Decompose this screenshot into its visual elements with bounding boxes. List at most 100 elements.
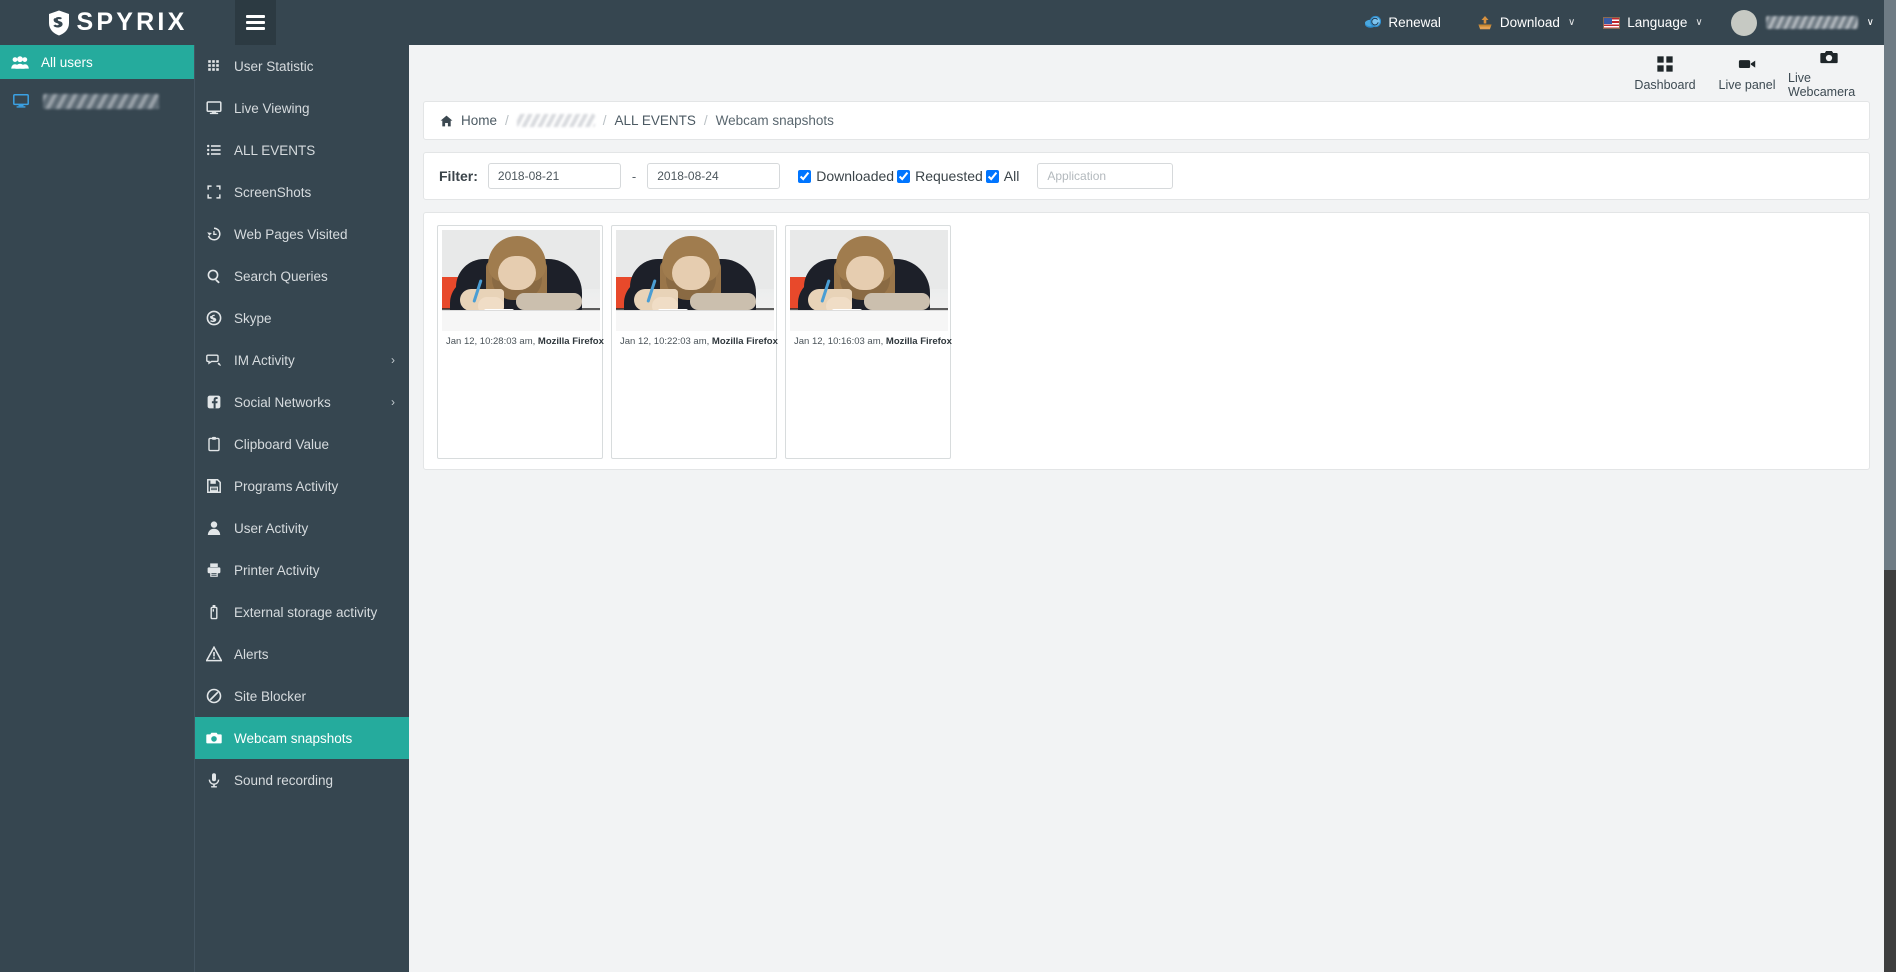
warning-icon <box>206 646 230 662</box>
sidebar-item-site-blocker[interactable]: Site Blocker <box>195 675 409 717</box>
snapshot-thumbnail[interactable]: Jan 12, 10:16:03 am, Mozilla Firefox <box>785 225 952 459</box>
list-icon <box>206 142 230 158</box>
sidebar-item-search-queries[interactable]: Search Queries <box>195 255 409 297</box>
top-bar: SPYRIX Renewal Download ∨ Language ∨ ∨ <box>0 0 1884 45</box>
checkbox-input-all[interactable] <box>985 169 999 183</box>
usb-drive-icon <box>206 604 230 620</box>
filter-checkbox-downloaded[interactable]: Downloaded <box>798 168 894 184</box>
snapshot-gallery: Jan 12, 10:28:03 am, Mozilla Firefox Jan … <box>423 212 1870 470</box>
chevron-down-icon-account: ∨ <box>1866 17 1874 28</box>
sidebar-item-label: Sound recording <box>234 772 334 788</box>
snapshot-image[interactable] <box>616 230 774 331</box>
monitor-icon <box>13 94 29 108</box>
sidebar-item-label: Site Blocker <box>234 688 307 704</box>
sidebar-item-user-statistic[interactable]: User Statistic <box>195 45 409 87</box>
snapshot-application: Mozilla Firefox <box>885 336 952 347</box>
snapshot-application: Mozilla Firefox <box>711 336 778 347</box>
monitor-icon <box>206 100 230 116</box>
snapshot-timestamp: Jan 12, 10:16:03 am, <box>794 336 886 347</box>
sidebar-item-external-storage-activity[interactable]: External storage activity <box>195 591 409 633</box>
sidebar-item-screenshots[interactable]: ScreenShots <box>195 171 409 213</box>
topnav-item-download[interactable]: Download ∨ <box>1463 0 1589 45</box>
search-icon <box>206 268 230 284</box>
chevron-right-icon: › <box>391 353 395 367</box>
block-icon <box>206 688 230 704</box>
date-range-dash: - <box>631 168 637 184</box>
sidebar-item-label: Alerts <box>234 646 269 662</box>
sidebar-item-label: Printer Activity <box>234 562 320 578</box>
filter-checkbox-requested[interactable]: Requested <box>897 168 983 184</box>
sidebar-item-im-activity[interactable]: IM Activity › <box>195 339 409 381</box>
quicknav-item-live-webcamera[interactable]: Live Webcamera <box>1788 48 1870 99</box>
brand-logo-area[interactable]: SPYRIX <box>0 0 235 45</box>
sidebar-item-webcam-snapshots[interactable]: Webcam snapshots <box>195 717 409 759</box>
sidebar-item-clipboard-value[interactable]: Clipboard Value <box>195 423 409 465</box>
sidebar-item-sound-recording[interactable]: Sound recording <box>195 759 409 801</box>
sidebar-toggle-button[interactable] <box>235 0 276 45</box>
floppy-save-icon <box>206 478 230 494</box>
sidebar-item-label: ALL EVENTS <box>234 142 316 158</box>
printer-icon <box>206 562 230 578</box>
snapshot-caption: Jan 12, 10:16:03 am, Mozilla Firefox <box>790 331 952 353</box>
photo-camera-icon <box>1820 48 1838 67</box>
filter-checkbox-all[interactable]: All <box>985 168 1020 184</box>
sidebar-item-user-activity[interactable]: User Activity <box>195 507 409 549</box>
user-list-item-name <box>43 93 159 109</box>
page-scrollbar[interactable] <box>1884 0 1896 972</box>
scrollbar-thumb[interactable] <box>1884 0 1896 570</box>
topnav-label-download: Download <box>1499 15 1560 30</box>
snapshot-application: Mozilla Firefox <box>537 336 604 347</box>
date-to-input[interactable] <box>647 163 781 189</box>
snapshot-timestamp: Jan 12, 10:28:03 am, <box>446 336 538 347</box>
quicknav-label: Live Webcamera <box>1788 70 1856 99</box>
sidebar-item-printer-activity[interactable]: Printer Activity <box>195 549 409 591</box>
snapshot-image[interactable] <box>442 230 600 331</box>
breadcrumb-current: Webcam snapshots <box>715 113 834 128</box>
sidebar-item-social-networks[interactable]: Social Networks › <box>195 381 409 423</box>
checkbox-input-requested[interactable] <box>897 169 911 183</box>
checkbox-input-downloaded[interactable] <box>798 169 812 183</box>
account-menu[interactable]: ∨ <box>1717 0 1884 45</box>
sidebar-item-web-pages-visited[interactable]: Web Pages Visited <box>195 213 409 255</box>
snapshot-thumbnail[interactable]: Jan 12, 10:22:03 am, Mozilla Firefox <box>611 225 778 459</box>
sidebar-item-live-viewing[interactable]: Live Viewing <box>195 87 409 129</box>
sidebar-item-label: ScreenShots <box>234 184 312 200</box>
snapshot-thumbnail[interactable]: Jan 12, 10:28:03 am, Mozilla Firefox <box>437 225 604 459</box>
quicknav-item-dashboard[interactable]: Dashboard <box>1624 55 1706 92</box>
microphone-icon <box>206 772 230 788</box>
renewal-coins-icon <box>1365 15 1382 28</box>
sidebar-menu: User Statistic Live Viewing ALL EVENTS Scre… <box>194 45 409 972</box>
quick-navigation: Dashboard Live panel Live Webcamera <box>409 45 1884 101</box>
breadcrumb-home[interactable]: Home <box>461 113 497 128</box>
breadcrumb-masked-item[interactable] <box>516 114 595 127</box>
chevron-down-icon-download: ∨ <box>1567 17 1576 28</box>
topnav-item-language[interactable]: Language ∨ <box>1589 0 1716 45</box>
sidebar-item-label: Clipboard Value <box>234 436 330 452</box>
topnav-label-language: Language <box>1627 15 1688 30</box>
checkbox-label: Requested <box>915 168 983 184</box>
breadcrumb: Home / / ALL EVENTS / Webcam snapshots <box>440 113 834 128</box>
snapshot-caption: Jan 12, 10:22:03 am, Mozilla Firefox <box>616 331 778 353</box>
flag-us-icon <box>1603 16 1621 29</box>
user-panel: All users <box>0 45 194 972</box>
sidebar-item-skype[interactable]: Skype <box>195 297 409 339</box>
user-list-item[interactable] <box>0 79 194 123</box>
checkbox-label: Downloaded <box>816 168 895 184</box>
sidebar-item-programs-activity[interactable]: Programs Activity <box>195 465 409 507</box>
users-icon <box>11 55 29 69</box>
checkbox-label: All <box>1003 168 1020 184</box>
avatar <box>1730 9 1757 36</box>
snapshot-image[interactable] <box>790 230 948 331</box>
chat-icon <box>206 352 230 368</box>
application-input[interactable] <box>1037 163 1174 189</box>
sidebar-item-alerts[interactable]: Alerts <box>195 633 409 675</box>
all-users-item[interactable]: All users <box>0 45 194 79</box>
sidebar-item-all-events[interactable]: ALL EVENTS <box>195 129 409 171</box>
quicknav-item-live-panel[interactable]: Live panel <box>1706 55 1788 92</box>
snapshot-timestamp: Jan 12, 10:22:03 am, <box>620 336 712 347</box>
breadcrumb-all-events[interactable]: ALL EVENTS <box>615 113 696 128</box>
topnav-item-renewal[interactable]: Renewal <box>1350 0 1463 45</box>
sidebar-item-label: User Activity <box>234 520 309 536</box>
date-from-input[interactable] <box>487 163 621 189</box>
breadcrumb-separator-2: / <box>602 113 607 128</box>
